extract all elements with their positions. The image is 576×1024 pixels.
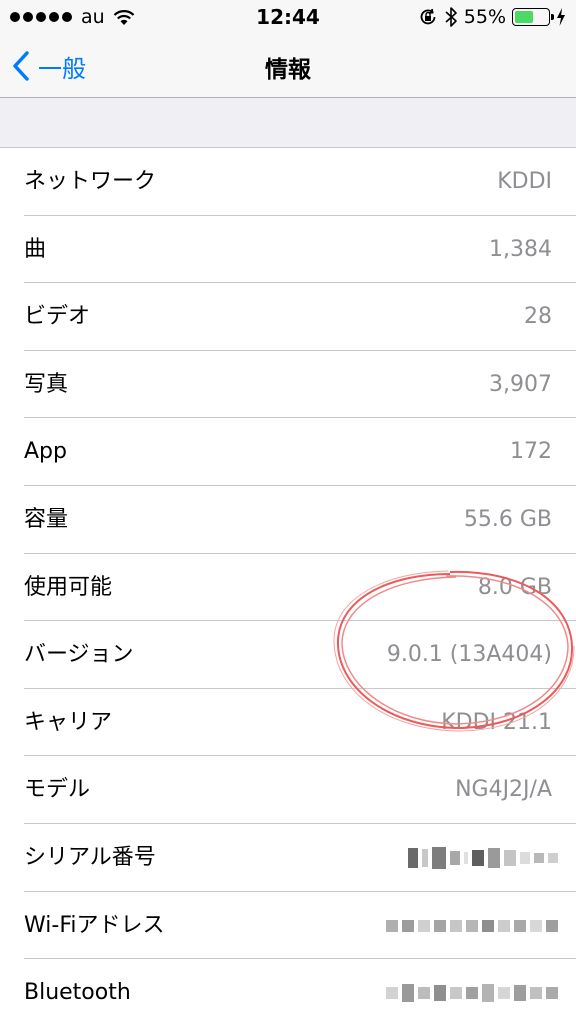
- battery-percent: 55%: [463, 6, 506, 28]
- row-value: 55.6 GB: [463, 506, 552, 532]
- row-value: 172: [510, 439, 552, 465]
- info-table: ネットワーク KDDI 曲 1,384 ビデオ 28 写真 3,907 App …: [0, 147, 576, 1024]
- row-photos: 写真 3,907: [0, 351, 576, 419]
- row-label: キャリア: [24, 709, 113, 735]
- battery-icon: [512, 8, 554, 26]
- status-right: 55%: [418, 5, 566, 29]
- redacted-value-mosaic: [386, 914, 558, 938]
- row-label: 曲: [24, 236, 47, 262]
- row-apps: App 172: [0, 418, 576, 486]
- row-bluetooth: Bluetooth: [0, 959, 576, 1024]
- row-available: 使用可能 8.0 GB: [0, 554, 576, 622]
- row-value: 8.0 GB: [477, 574, 552, 600]
- row-network: ネットワーク KDDI: [0, 148, 576, 216]
- redacted-value-mosaic: [386, 981, 558, 1005]
- row-value: KDDI 21.1: [441, 709, 552, 735]
- rotation-lock-icon: [420, 8, 436, 25]
- row-label: 写真: [24, 371, 69, 397]
- battery-level-fill: [515, 11, 533, 23]
- row-carrier: キャリア KDDI 21.1: [0, 689, 576, 757]
- row-value: 3,907: [489, 371, 552, 397]
- row-label: 使用可能: [24, 574, 113, 600]
- row-label: バージョン: [24, 642, 134, 668]
- row-serial-number: シリアル番号: [0, 824, 576, 892]
- row-model[interactable]: モデル NG4J2J/A: [0, 756, 576, 824]
- row-version: バージョン 9.0.1 (13A404): [0, 621, 576, 689]
- row-videos: ビデオ 28: [0, 283, 576, 351]
- row-capacity: 容量 55.6 GB: [0, 486, 576, 554]
- row-label: ビデオ: [24, 304, 91, 330]
- status-bar: au 12:44 55%: [0, 0, 576, 34]
- row-label: シリアル番号: [24, 844, 156, 870]
- row-label: App: [24, 439, 67, 465]
- row-value: NG4J2J/A: [455, 777, 552, 803]
- bluetooth-icon: [445, 7, 457, 27]
- redacted-value-mosaic: [408, 846, 558, 870]
- row-value: KDDI: [497, 169, 552, 194]
- row-value: 1,384: [489, 236, 552, 262]
- row-label: ネットワーク: [24, 169, 157, 194]
- row-songs: 曲 1,384: [0, 216, 576, 284]
- charging-bolt-icon: [557, 8, 565, 26]
- row-label: Wi-Fiアドレス: [24, 912, 165, 938]
- row-label: モデル: [24, 777, 91, 803]
- row-value: 9.0.1 (13A404): [386, 642, 552, 668]
- row-value: 28: [524, 304, 552, 330]
- row-label: 容量: [24, 506, 69, 532]
- row-label: Bluetooth: [24, 980, 131, 1006]
- row-wifi-address: Wi-Fiアドレス: [0, 892, 576, 960]
- navigation-bar: 一般 情報: [0, 34, 576, 98]
- page-title: 情報: [265, 57, 311, 83]
